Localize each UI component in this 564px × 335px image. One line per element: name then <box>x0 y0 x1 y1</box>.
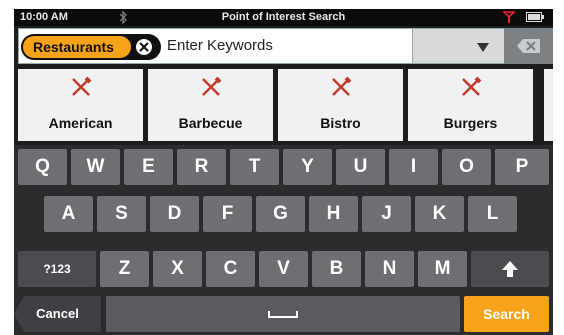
key-s[interactable]: S <box>97 196 146 232</box>
backspace-button[interactable] <box>504 28 553 64</box>
space-bar-icon <box>268 311 298 318</box>
fork-knife-icon <box>331 76 351 96</box>
signal-icon <box>502 11 516 23</box>
key-n[interactable]: N <box>365 251 414 287</box>
key-w[interactable]: W <box>71 149 120 185</box>
keyword-input[interactable] <box>167 37 407 54</box>
category-tile-barbecue[interactable]: Barbecue <box>148 69 273 141</box>
key-t[interactable]: T <box>230 149 279 185</box>
category-label: Barbecue <box>178 115 243 131</box>
screen-title: Point of Interest Search <box>221 11 346 23</box>
space-key[interactable] <box>106 296 460 332</box>
category-label: American <box>48 115 113 131</box>
key-a[interactable]: A <box>44 196 93 232</box>
fork-knife-icon <box>71 76 91 96</box>
key-d[interactable]: D <box>150 196 199 232</box>
shift-key[interactable] <box>471 251 549 287</box>
key-z[interactable]: Z <box>100 251 149 287</box>
key-l[interactable]: L <box>468 196 517 232</box>
category-label: Bistro <box>320 115 361 131</box>
search-button[interactable]: Search <box>464 296 549 332</box>
search-field[interactable]: Restaurants <box>18 28 413 64</box>
key-i[interactable]: I <box>389 149 438 185</box>
key-x[interactable]: X <box>153 251 202 287</box>
category-label: Burgers <box>443 115 498 131</box>
device-frame: 10:00 AM Point of Interest Search Restau… <box>0 0 564 335</box>
category-tile-bistro[interactable]: Bistro <box>278 69 403 141</box>
backspace-icon <box>517 39 540 53</box>
key-q[interactable]: Q <box>18 149 67 185</box>
key-c[interactable]: C <box>206 251 255 287</box>
key-j[interactable]: J <box>362 196 411 232</box>
category-chip-label: Restaurants <box>33 39 114 55</box>
poi-search-screen: 10:00 AM Point of Interest Search Restau… <box>14 9 553 335</box>
key-g[interactable]: G <box>256 196 305 232</box>
dropdown-arrow-icon <box>477 43 489 52</box>
battery-icon <box>526 12 544 22</box>
category-chip[interactable]: Restaurants <box>21 34 161 60</box>
shift-up-arrow-icon <box>502 261 518 277</box>
cancel-button[interactable]: Cancel <box>14 296 101 332</box>
category-chip-label-bg: Restaurants <box>23 36 131 58</box>
key-e[interactable]: E <box>124 149 173 185</box>
key-h[interactable]: H <box>309 196 358 232</box>
status-bar: 10:00 AM Point of Interest Search <box>14 9 553 26</box>
category-list: American Barbecue Bistro Burgers <box>14 67 553 143</box>
key-r[interactable]: R <box>177 149 226 185</box>
keyword-input-wrapper <box>167 37 407 54</box>
fork-knife-icon <box>461 76 481 96</box>
fork-knife-icon <box>201 76 221 96</box>
key-k[interactable]: K <box>415 196 464 232</box>
search-history-dropdown[interactable] <box>413 28 504 64</box>
mode-switch-key[interactable]: ?123 <box>18 251 96 287</box>
key-u[interactable]: U <box>336 149 385 185</box>
key-f[interactable]: F <box>203 196 252 232</box>
clear-category-icon[interactable] <box>134 37 154 57</box>
key-o[interactable]: O <box>442 149 491 185</box>
category-tile-american[interactable]: American <box>18 69 143 141</box>
on-screen-keyboard: Q W E R T Y U I O P A S D F G H J K L ?1… <box>14 145 553 335</box>
key-p[interactable]: P <box>495 149 549 185</box>
key-m[interactable]: M <box>418 251 467 287</box>
key-y[interactable]: Y <box>283 149 332 185</box>
key-b[interactable]: B <box>312 251 361 287</box>
key-v[interactable]: V <box>259 251 308 287</box>
category-tile-burgers[interactable]: Burgers <box>408 69 533 141</box>
category-tile-partial[interactable] <box>544 69 553 141</box>
